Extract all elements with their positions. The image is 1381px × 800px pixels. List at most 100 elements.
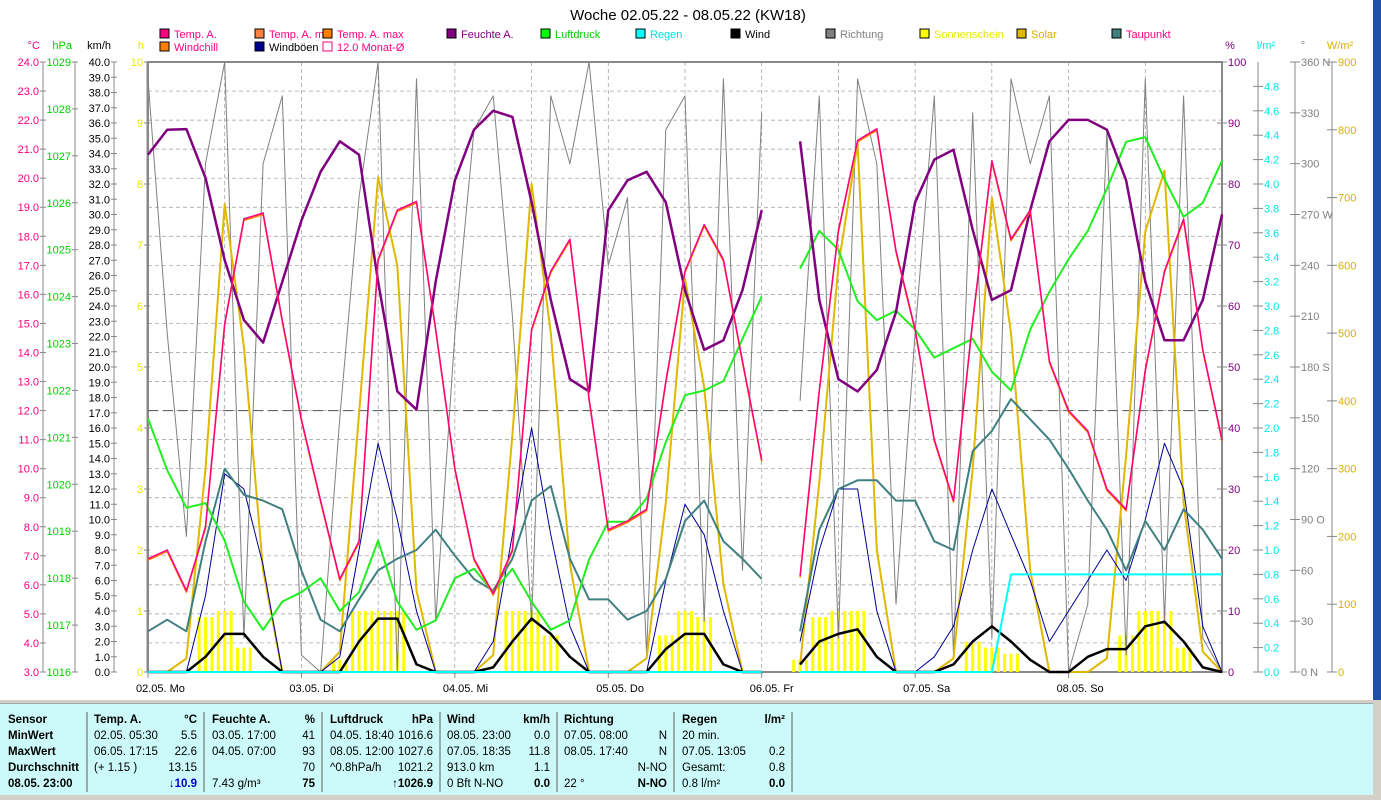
sunshine-bar: [804, 659, 808, 672]
sunshine-bar: [977, 641, 981, 672]
legend-label[interactable]: 12.0 Monat-Ø: [337, 42, 405, 54]
rain-tick-label: 4.8: [1264, 81, 1279, 93]
humidity-tick-label: 70: [1228, 240, 1240, 252]
sunshine-bar: [363, 611, 367, 672]
temp-tick-label: 21.0: [18, 144, 39, 156]
cell-value: 0.0: [534, 778, 550, 790]
cell-label: 08.05. 23:00: [447, 730, 511, 742]
wind-tick-label: 0.0: [95, 667, 110, 679]
sunshine-bar: [1175, 647, 1179, 672]
sunshine-bar: [248, 647, 252, 672]
cell-label: 07.05. 13:05: [682, 746, 746, 758]
wind-tick-label: 30.0: [89, 210, 110, 222]
solar-tick-label: 400: [1338, 396, 1356, 408]
sunshine-bar: [504, 611, 508, 672]
sunshine-bar: [1003, 653, 1007, 672]
rain-tick-label: 4.0: [1264, 179, 1279, 191]
sunshine-bar: [542, 635, 546, 672]
sun-tick-label: 9: [137, 118, 143, 130]
cell-label: 07.05. 18:35: [447, 746, 511, 758]
rain-tick-label: 2.8: [1264, 325, 1279, 337]
legend-label[interactable]: Luftdruck: [555, 29, 601, 41]
desktop-background: [1373, 0, 1381, 700]
legend-label[interactable]: Temp. A.: [174, 29, 217, 41]
sunshine-bar: [370, 611, 374, 672]
humidity-tick-label: 10: [1228, 606, 1240, 618]
cell-value: 0.2: [769, 746, 785, 758]
wind-tick-label: 20.0: [89, 362, 110, 374]
cell-label: 913.0 km: [447, 762, 495, 774]
legend-label[interactable]: Taupunkt: [1126, 29, 1171, 41]
sunshine-bar: [351, 611, 355, 672]
wind-tick-label: 18.0: [89, 393, 110, 405]
legend-swatch: [322, 41, 333, 52]
cell-value: 0.8: [769, 762, 785, 774]
sunshine-bar: [683, 611, 687, 672]
column-header: Temp. A.: [94, 714, 142, 726]
wind-tick-label: 37.0: [89, 103, 110, 115]
cell-label: 02.05. 05:30: [94, 730, 158, 742]
legend-swatch: [919, 28, 930, 39]
legend-label[interactable]: Wind: [745, 29, 770, 41]
temp-tick-label: 24.0: [18, 57, 39, 69]
sunshine-bar: [536, 611, 540, 672]
solar-tick-label: 300: [1338, 464, 1356, 476]
sunshine-bar: [983, 647, 987, 672]
sunshine-bar: [1015, 653, 1019, 672]
rain-tick-label: 0.6: [1264, 594, 1279, 606]
cell-value: 1021.2: [397, 762, 433, 774]
temp-tick-label: 12.0: [18, 406, 39, 418]
rain-axis-unit: l/m²: [1257, 40, 1276, 52]
temp-tick-label: 13.0: [18, 377, 39, 389]
rain-tick-label: 1.2: [1264, 521, 1279, 533]
legend-label[interactable]: Temp. A. max: [337, 29, 404, 41]
rain-tick-label: 1.8: [1264, 447, 1279, 459]
sun-tick-label: 10: [131, 57, 143, 69]
wind-tick-label: 34.0: [89, 149, 110, 161]
cell-label: 08.05. 17:40: [564, 746, 628, 758]
temp-tick-label: 16.0: [18, 289, 39, 301]
x-tick-label: 03.05. Di: [289, 683, 333, 695]
sunshine-bar: [1143, 611, 1147, 672]
sunshine-bar: [996, 647, 1000, 672]
sunshine-bar: [1137, 611, 1141, 672]
wind-tick-label: 26.0: [89, 271, 110, 283]
legend-label[interactable]: Regen: [650, 29, 682, 41]
x-tick-label: 08.05. So: [1057, 683, 1104, 695]
sunshine-bar: [402, 611, 406, 672]
solar-tick-label: 600: [1338, 260, 1356, 272]
sunshine-bar: [849, 611, 853, 672]
temp-axis-unit: °C: [28, 40, 40, 52]
rain-tick-label: 3.0: [1264, 301, 1279, 313]
sunshine-bar: [824, 617, 828, 672]
cell-label: 7.43 g/m³: [212, 778, 261, 790]
wind-tick-label: 38.0: [89, 88, 110, 100]
solar-tick-label: 100: [1338, 599, 1356, 611]
wind-tick-label: 14.0: [89, 454, 110, 466]
x-tick-label: 02.05. Mo: [136, 683, 185, 695]
legend-label[interactable]: Windböen: [269, 42, 319, 54]
cell-value: 1016.6: [397, 730, 433, 742]
rain-tick-label: 2.6: [1264, 350, 1279, 362]
row-label-current: 08.05. 23:00: [8, 778, 73, 790]
row-label-avg: Durchschnitt: [8, 762, 79, 774]
sunshine-bar: [235, 647, 239, 672]
wind-tick-label: 36.0: [89, 118, 110, 130]
pressure-tick-label: 1028: [47, 104, 71, 116]
x-tick-label: 07.05. Sa: [903, 683, 951, 695]
legend-label[interactable]: Feuchte A.: [461, 29, 514, 41]
legend-label[interactable]: Sonnenschein: [934, 29, 1004, 41]
rain-tick-label: 2.4: [1264, 374, 1279, 386]
stats-column-4: Richtung 07.05. 08:00 N 08.05. 17:40 N N-NO 22…: [558, 712, 675, 792]
pressure-axis-unit: hPa: [52, 40, 72, 52]
humidity-tick-label: 100: [1228, 57, 1246, 69]
sensor-column: Sensor MinWert MaxWert Durchschnitt 08.0…: [2, 712, 88, 792]
direction-tick-label: 300: [1301, 159, 1319, 171]
direction-tick-label: 330: [1301, 108, 1319, 120]
legend-label[interactable]: Solar: [1031, 29, 1057, 41]
cell-value: 70: [302, 762, 315, 774]
wind-tick-label: 11.0: [89, 499, 110, 511]
legend-label[interactable]: Windchill: [174, 42, 218, 54]
stats-column-2: Luftdruck hPa 04.05. 18:40 1016.6 08.05. 12:…: [324, 712, 441, 792]
legend-label[interactable]: Richtung: [840, 29, 883, 41]
